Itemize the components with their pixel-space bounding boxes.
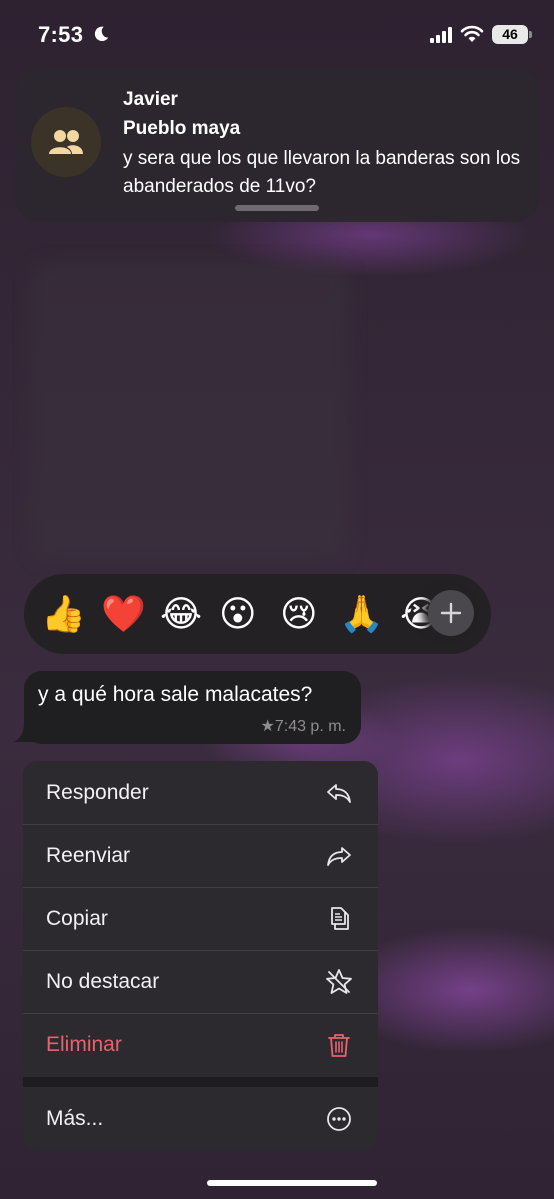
- reaction-thumbs-up[interactable]: 👍: [41, 593, 86, 635]
- group-avatar: [31, 107, 101, 177]
- menu-item-label: Responder: [46, 781, 149, 804]
- unstar-icon: [326, 969, 352, 994]
- message-text: y a qué hora sale malacates?: [38, 683, 313, 706]
- forward-icon: [327, 847, 351, 866]
- menu-item-reply[interactable]: Responder: [23, 761, 378, 825]
- reaction-laughing[interactable]: 😂: [160, 593, 202, 635]
- reaction-sad[interactable]: 😢: [280, 593, 318, 635]
- reaction-pray[interactable]: 🙏: [339, 593, 384, 635]
- more-icon: [327, 1107, 351, 1131]
- menu-item-unstar[interactable]: No destacar: [23, 950, 378, 1014]
- reaction-bar: 👍 ❤️ 😂 😮 😢 🙏 😭: [24, 574, 491, 654]
- message-bubble[interactable]: y a qué hora sale malacates? ★7:43 p. m.: [24, 671, 361, 744]
- status-time: 7:53: [38, 22, 84, 47]
- menu-item-label: Copiar: [46, 907, 108, 930]
- battery-indicator: 46: [492, 25, 528, 44]
- menu-item-forward[interactable]: Reenviar: [23, 824, 378, 888]
- menu-item-copy[interactable]: Copiar: [23, 887, 378, 951]
- notification-banner[interactable]: Javier Pueblo maya y sera que los que ll…: [15, 67, 540, 222]
- add-reaction-button[interactable]: [428, 590, 474, 636]
- plus-icon: [440, 602, 462, 624]
- message-context-menu: Responder Reenviar Copiar No destacar El…: [23, 761, 378, 1150]
- menu-item-label: Más...: [46, 1107, 104, 1130]
- reaction-heart[interactable]: ❤️: [101, 593, 146, 635]
- status-bar: 7:53 46: [0, 0, 554, 70]
- notification-message: y sera que los que llevaron la banderas …: [123, 148, 521, 197]
- reply-icon: [327, 784, 351, 803]
- menu-item-label: No destacar: [46, 970, 160, 993]
- menu-item-label: Reenviar: [46, 844, 131, 867]
- reaction-surprised[interactable]: 😮: [219, 593, 257, 635]
- notification-sender: Javier: [123, 89, 178, 110]
- blurred-chat-background: [30, 262, 350, 562]
- notification-grabber[interactable]: [235, 205, 319, 211]
- message-timestamp: ★7:43 p. m.: [260, 718, 347, 735]
- menu-item-more[interactable]: Más...: [23, 1087, 378, 1150]
- trash-icon: [328, 1034, 350, 1057]
- menu-item-delete[interactable]: Eliminar: [23, 1013, 378, 1076]
- wifi-icon: [460, 25, 484, 42]
- home-indicator[interactable]: [207, 1180, 377, 1186]
- menu-separator: [23, 1077, 378, 1087]
- battery-tip: [529, 31, 532, 38]
- group-icon: [49, 130, 83, 154]
- cellular-signal-icon: [430, 27, 452, 43]
- notification-group: Pueblo maya: [123, 118, 241, 139]
- menu-item-label: Eliminar: [46, 1033, 122, 1056]
- moon-icon: [94, 26, 109, 42]
- copy-icon: [331, 907, 349, 930]
